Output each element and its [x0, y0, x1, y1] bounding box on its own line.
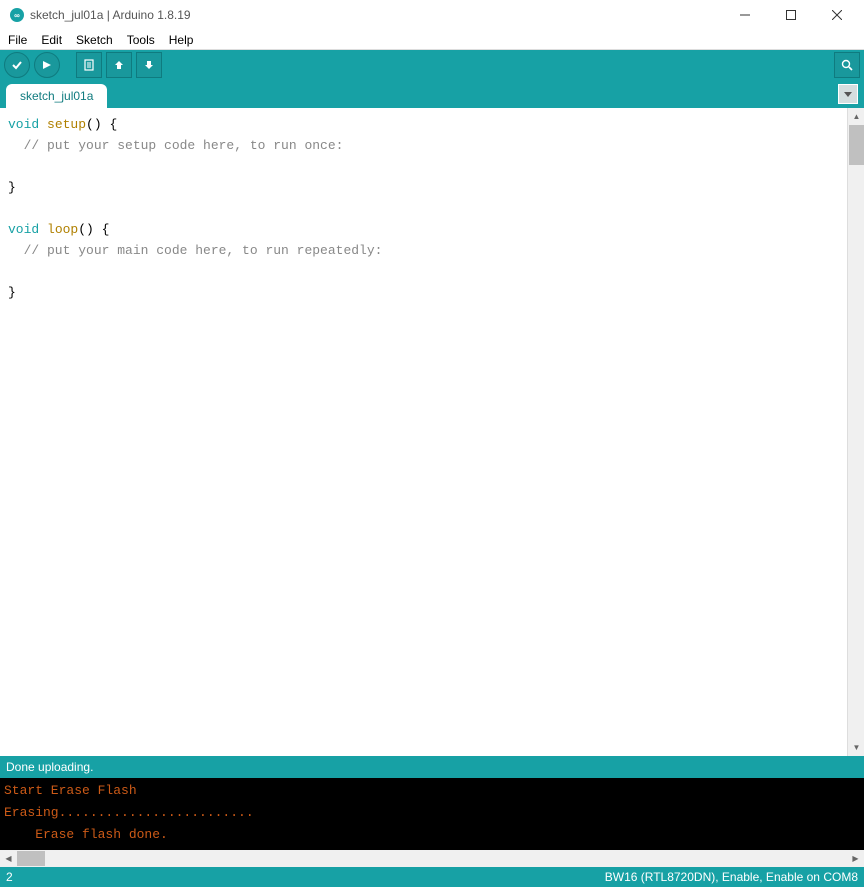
verify-button[interactable] — [4, 52, 30, 78]
bottom-status-bar: 2 BW16 (RTL8720DN), Enable, Enable on CO… — [0, 867, 864, 887]
menu-bar: File Edit Sketch Tools Help — [0, 30, 864, 50]
console-output[interactable]: Start Erase Flash Erasing...............… — [0, 778, 864, 850]
code-brace: } — [8, 285, 16, 300]
toolbar — [0, 50, 864, 80]
console-line: Start Erase Flash — [4, 783, 137, 798]
code-keyword: void — [8, 222, 39, 237]
code-text: () { — [78, 222, 109, 237]
serial-monitor-button[interactable] — [834, 52, 860, 78]
code-function: loop — [47, 222, 78, 237]
status-strip: Done uploading. — [0, 756, 864, 778]
sketch-tab[interactable]: sketch_jul01a — [6, 84, 107, 108]
menu-help[interactable]: Help — [163, 31, 200, 49]
scroll-thumb[interactable] — [17, 851, 45, 866]
menu-file[interactable]: File — [2, 31, 33, 49]
status-message: Done uploading. — [6, 760, 93, 774]
console-area: Start Erase Flash Erasing...............… — [0, 778, 864, 867]
console-horizontal-scrollbar[interactable]: ◀ ▶ — [0, 850, 864, 867]
menu-edit[interactable]: Edit — [35, 31, 68, 49]
code-comment: // put your setup code here, to run once… — [8, 138, 343, 153]
scroll-right-arrow-icon[interactable]: ▶ — [847, 850, 864, 867]
line-number-indicator: 2 — [6, 870, 13, 884]
scroll-left-arrow-icon[interactable]: ◀ — [0, 850, 17, 867]
code-editor[interactable]: void setup() { // put your setup code he… — [0, 108, 847, 756]
board-port-indicator: BW16 (RTL8720DN), Enable, Enable on COM8 — [605, 870, 858, 884]
window-titlebar: ∞ sketch_jul01a | Arduino 1.8.19 — [0, 0, 864, 30]
new-sketch-button[interactable] — [76, 52, 102, 78]
tab-menu-button[interactable] — [838, 84, 858, 104]
window-maximize-button[interactable] — [768, 0, 814, 30]
scroll-track[interactable] — [17, 850, 847, 867]
editor-vertical-scrollbar[interactable]: ▲ ▼ — [847, 108, 864, 756]
console-line: Erasing......................... — [4, 805, 254, 820]
window-title: sketch_jul01a | Arduino 1.8.19 — [30, 8, 191, 22]
arduino-app-icon: ∞ — [10, 8, 24, 22]
tab-bar: sketch_jul01a — [0, 80, 864, 108]
menu-sketch[interactable]: Sketch — [70, 31, 119, 49]
scroll-thumb[interactable] — [849, 125, 864, 165]
scroll-up-arrow-icon[interactable]: ▲ — [848, 108, 864, 125]
window-close-button[interactable] — [814, 0, 860, 30]
menu-tools[interactable]: Tools — [121, 31, 161, 49]
save-sketch-button[interactable] — [136, 52, 162, 78]
code-keyword: void — [8, 117, 39, 132]
code-brace: } — [8, 180, 16, 195]
console-line: Erase flash done. — [4, 827, 168, 842]
window-minimize-button[interactable] — [722, 0, 768, 30]
open-sketch-button[interactable] — [106, 52, 132, 78]
code-function: setup — [47, 117, 86, 132]
code-text: () { — [86, 117, 117, 132]
upload-button[interactable] — [34, 52, 60, 78]
code-comment: // put your main code here, to run repea… — [8, 243, 382, 258]
editor-area: void setup() { // put your setup code he… — [0, 108, 864, 756]
scroll-down-arrow-icon[interactable]: ▼ — [848, 739, 864, 756]
